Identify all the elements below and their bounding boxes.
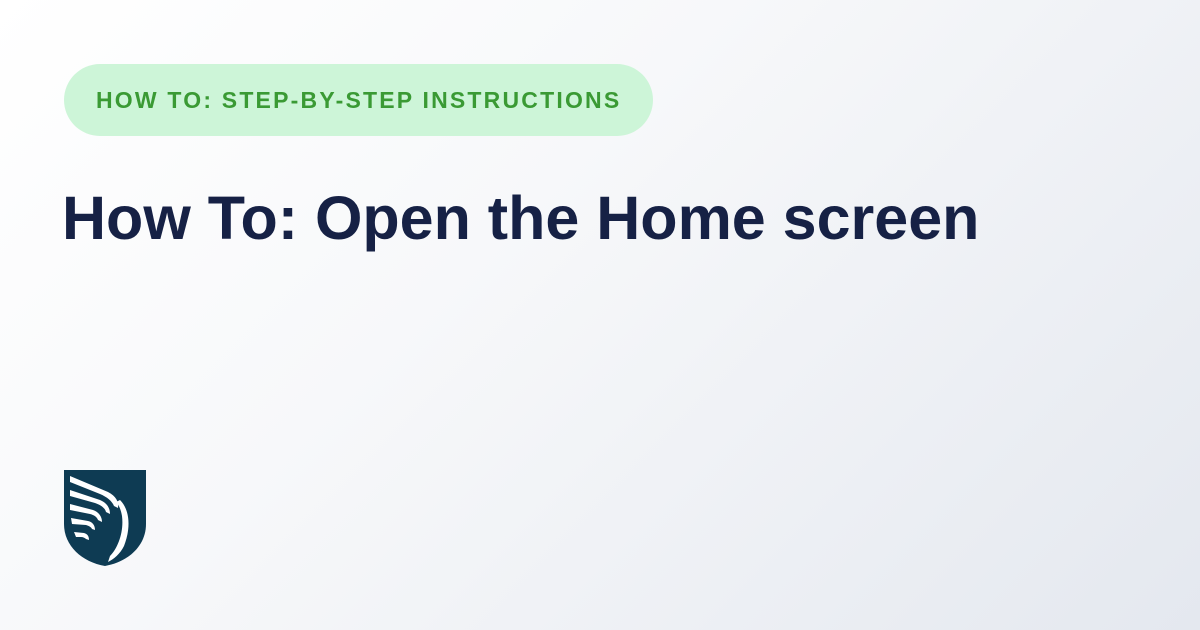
page-title: How To: Open the Home screen [62,184,980,252]
brand-logo [64,470,146,566]
category-badge-label: HOW TO: STEP-BY-STEP INSTRUCTIONS [96,86,622,113]
shield-wing-icon [64,470,146,566]
share-card: { "badge": { "label": "HOW TO: STEP-BY-S… [0,0,1200,630]
category-badge: HOW TO: STEP-BY-STEP INSTRUCTIONS [64,64,654,136]
